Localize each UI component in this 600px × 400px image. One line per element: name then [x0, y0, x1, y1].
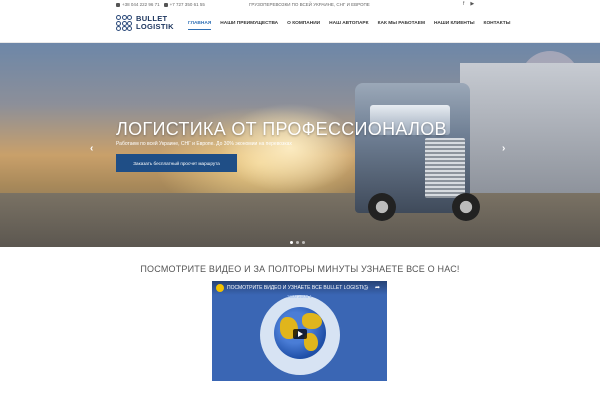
contact-phones: +38 044 222 96 71 +7 727 350 61 55 [116, 2, 205, 7]
truck-wheel [368, 193, 396, 221]
truck-grille [425, 138, 465, 198]
video-title[interactable]: ПОСМОТРИТЕ ВИДЕО И УЗНАЕТЕ ВСЕ BULLET LO… [227, 285, 368, 291]
nav-item-home[interactable]: ГЛАВНАЯ [188, 21, 212, 30]
hero-sun-glow [220, 103, 360, 193]
site-header: BULLET LOGISTIK ГЛАВНАЯ НАШИ ПРЕИМУЩЕСТВ… [0, 9, 600, 43]
logo-text: BULLET LOGISTIK [136, 14, 174, 31]
nav-item-advantages[interactable]: НАШИ ПРЕИМУЩЕСТВА [220, 21, 278, 30]
video-timeline-years: 2000 2005 1 [286, 294, 313, 299]
continent-shape [302, 313, 322, 329]
phone-2[interactable]: +7 727 350 61 55 [163, 2, 205, 7]
truck-wheel [452, 193, 480, 221]
slider-dot[interactable] [296, 241, 299, 244]
slider-dot[interactable] [290, 241, 293, 244]
youtube-icon[interactable]: ▶ [470, 1, 474, 7]
nav-item-how-we-work[interactable]: КАК МЫ РАБОТАЕМ [378, 21, 425, 30]
hero-subtitle: Работаем по всей Украине, СНГ и Европе. … [116, 141, 292, 147]
logo-mark-icon [116, 15, 132, 31]
site-logo[interactable]: BULLET LOGISTIK [116, 15, 174, 31]
video-section-title: ПОСМОТРИТЕ ВИДЕО И ЗА ПОЛТОРЫ МИНУТЫ УЗН… [140, 264, 460, 274]
truck-trailer [460, 63, 600, 193]
nav-item-contacts[interactable]: КОНТАКТЫ [484, 21, 511, 30]
nav-item-about[interactable]: О КОМПАНИИ [287, 21, 320, 30]
nav-item-clients[interactable]: НАШИ КЛИЕНТЫ [434, 21, 475, 30]
channel-avatar[interactable] [216, 284, 224, 292]
hero-title: ЛОГИСТИКА ОТ ПРОФЕССИОНАЛОВ [116, 119, 447, 139]
top-info-bar: +38 044 222 96 71 +7 727 350 61 55 ГРУЗО… [0, 0, 600, 9]
phone-icon [163, 2, 168, 7]
phone-icon [116, 2, 120, 7]
route-quote-button[interactable]: Заказать бесплатный просчет маршрута [116, 154, 237, 172]
main-nav: ГЛАВНАЯ НАШИ ПРЕИМУЩЕСТВА О КОМПАНИИ НАШ… [188, 21, 510, 30]
clock-icon[interactable]: ◷ [363, 284, 368, 291]
facebook-icon[interactable]: f [463, 1, 464, 7]
video-embed[interactable]: ПОСМОТРИТЕ ВИДЕО И УЗНАЕТЕ ВСЕ BULLET LO… [212, 281, 387, 381]
slider-dot[interactable] [302, 241, 305, 244]
nav-item-fleet[interactable]: НАШ АВТОПАРК [329, 21, 368, 30]
slider-prev-arrow-icon[interactable]: ‹ [90, 143, 93, 154]
hero-slider: ‹ › ЛОГИСТИКА ОТ ПРОФЕССИОНАЛОВ Работаем… [0, 43, 600, 247]
share-icon[interactable]: ➦ [375, 284, 380, 291]
play-button-icon[interactable] [293, 329, 307, 339]
top-tagline: ГРУЗОПЕРЕВОЗКИ ПО ВСЕЙ УКРАИНЕ, СНГ И ЕВ… [249, 2, 370, 7]
hero-road [0, 193, 600, 247]
slider-dots [290, 241, 305, 244]
phone-1[interactable]: +38 044 222 96 71 [116, 2, 160, 7]
social-links: f ▶ [463, 1, 474, 7]
slider-next-arrow-icon[interactable]: › [502, 143, 505, 154]
